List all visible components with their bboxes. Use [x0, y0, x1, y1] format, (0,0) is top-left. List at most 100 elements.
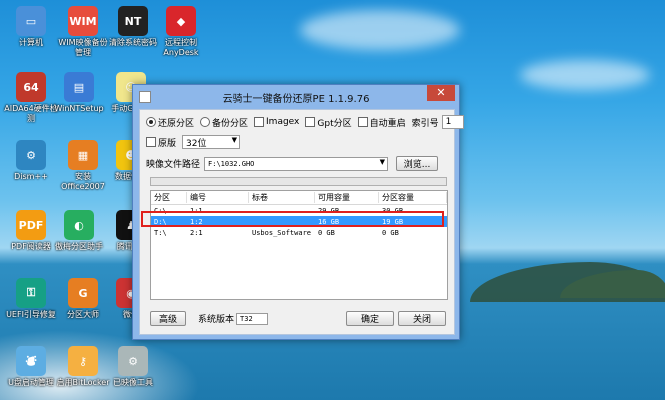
title-bar[interactable]: 云骑士一键备份还原PE 1.1.9.76 ✕: [133, 85, 459, 107]
desktop-icon-uefi[interactable]: ⚿ UEFI引导修复: [4, 278, 58, 320]
advanced-button[interactable]: 高级: [150, 311, 186, 326]
gpt-label: Gpt分区: [317, 118, 352, 129]
ntpwd-icon: NT: [118, 6, 148, 36]
desktop-icon-anydesk[interactable]: ◆ 远程控制AnyDesk: [154, 6, 208, 58]
index-field[interactable]: 1: [441, 115, 464, 129]
desktop-icon-ntpwd[interactable]: NT 清除系统密码: [106, 6, 160, 48]
ok-button[interactable]: 确定: [346, 311, 395, 326]
options-row: 原版 32位 ▼: [146, 135, 241, 149]
aida64-icon: 64: [16, 72, 46, 102]
desktop-icon-computer[interactable]: ▭ 计算机: [4, 6, 58, 48]
backup-option[interactable]: 备份分区: [200, 116, 248, 129]
desktop-icon-diskgenius[interactable]: G 分区大师: [56, 278, 110, 320]
image-path-label: 映像文件路径: [146, 160, 201, 170]
bottom-row: 高级 系统版本 T32 确定 关闭: [150, 311, 447, 326]
table-cell: 0 GB: [318, 228, 335, 237]
column-header[interactable]: 标卷: [249, 192, 315, 203]
desktop-icon-label: PDF阅读器: [11, 242, 51, 251]
computer-icon: ▭: [16, 6, 46, 36]
chevron-down-icon: ▼: [379, 157, 386, 166]
progress-bar: [150, 177, 447, 186]
close-button[interactable]: 关闭: [398, 311, 447, 326]
sysver-label: 系统版本: [198, 315, 235, 325]
desktop-icon-wim[interactable]: WIM WIM映像备份管理: [56, 6, 110, 58]
browse-button[interactable]: 浏览...: [396, 156, 439, 171]
column-header[interactable]: 分区容量: [379, 192, 447, 203]
window-close-button[interactable]: ✕: [427, 85, 455, 101]
desktop-icon-label: 远程控制AnyDesk: [163, 38, 199, 57]
imagex-option[interactable]: Imagex: [254, 117, 299, 127]
index-label: 索引号: [411, 118, 439, 129]
mode-row: 还原分区 备份分区 Imagex Gpt分区 自动重启 索引号 1: [146, 115, 470, 129]
usb-icon: ⛇: [16, 346, 46, 376]
prog-icon: ⚙: [118, 346, 148, 376]
wim-icon: WIM: [68, 6, 98, 36]
table-header: 分区 编号 标卷 可用容量 分区容量: [151, 191, 447, 205]
desktop-icon-label: AIDA64硬件检测: [4, 104, 58, 123]
desktop-icon-dism[interactable]: ⚙ Dism++: [4, 140, 58, 182]
desktop-icon-prog[interactable]: ⚙ 已映像工具: [106, 346, 160, 388]
table-cell: 0 GB: [382, 228, 399, 237]
column-header[interactable]: 可用容量: [315, 192, 379, 203]
gpt-checkbox[interactable]: [305, 117, 316, 127]
desktop-icon-office[interactable]: ▦ 安装Office2007: [56, 140, 110, 192]
partition-table[interactable]: 分区 编号 标卷 可用容量 分区容量 C:\ 1:1 29 GB 30 GB D:\ 1:2 16 …: [150, 190, 448, 300]
desktop-icon-winntsetup[interactable]: ▤ WinNTSetup: [52, 72, 106, 114]
cloud: [520, 60, 650, 90]
anydesk-icon: ◆: [166, 6, 196, 36]
desktop-icon-label: 已映像工具: [113, 378, 153, 387]
index-option: 索引号 1: [412, 115, 464, 129]
desktop-icon-bitlocker[interactable]: ⚷ 启用BitLocker: [56, 346, 110, 388]
desktop-icon-label: WIM映像备份管理: [58, 38, 108, 57]
uefi-icon: ⚿: [16, 278, 46, 308]
original-label: 原版: [158, 138, 177, 149]
restore-option[interactable]: 还原分区: [146, 116, 194, 129]
autorestart-label: 自动重启: [369, 118, 406, 129]
original-option[interactable]: 原版: [146, 136, 176, 149]
backup-label: 备份分区: [212, 118, 249, 129]
column-header[interactable]: 编号: [187, 192, 249, 203]
image-path-row: 映像文件路径 F:\1032.GHO ▼ 浏览...: [146, 156, 439, 171]
imagex-checkbox[interactable]: [254, 117, 265, 127]
table-cell: 2:1: [190, 228, 203, 237]
desktop-icon-label: 傲梅分区助手: [55, 242, 103, 251]
partassist-icon: ◐: [64, 210, 94, 240]
original-checkbox[interactable]: [146, 137, 156, 147]
bits-select[interactable]: 32位 ▼: [182, 135, 241, 149]
desktop-icon-usb[interactable]: ⛇ U盘启动管理: [4, 346, 58, 388]
autorestart-option[interactable]: 自动重启: [357, 116, 406, 129]
desktop-icon-partassist[interactable]: ◐ 傲梅分区助手: [52, 210, 106, 252]
desktop-icon-label: Dism++: [14, 172, 48, 181]
column-header[interactable]: 分区: [151, 192, 187, 203]
pdf-icon: PDF: [16, 210, 46, 240]
autorestart-checkbox[interactable]: [357, 117, 368, 127]
backup-radio[interactable]: [200, 117, 211, 127]
gpt-option[interactable]: Gpt分区: [305, 116, 352, 129]
bits-value: 32位: [186, 138, 207, 149]
bitlocker-icon: ⚷: [68, 346, 98, 376]
table-cell: Usbos_Software: [252, 228, 312, 237]
desktop-icon-label: WinNTSetup: [54, 104, 104, 113]
table-row[interactable]: T:\ 2:1 Usbos_Software 0 GB 0 GB: [151, 227, 447, 238]
chevron-down-icon: ▼: [231, 136, 238, 144]
desktop-icon-aida64[interactable]: 64 AIDA64硬件检测: [4, 72, 58, 124]
desktop-icon-label: UEFI引导修复: [6, 310, 56, 319]
image-path-select[interactable]: F:\1032.GHO ▼: [204, 156, 389, 171]
desktop-icon-label: 安装Office2007: [61, 172, 105, 191]
winntsetup-icon: ▤: [64, 72, 94, 102]
window-title: 云骑士一键备份还原PE 1.1.9.76: [222, 94, 370, 105]
selection-highlight-frame: [141, 211, 444, 227]
dism-icon: ⚙: [16, 140, 46, 170]
office-icon: ▦: [68, 140, 98, 170]
desktop-icon-label: 启用BitLocker: [56, 378, 110, 387]
table-cell: T:\: [154, 228, 167, 237]
restore-radio[interactable]: [146, 117, 156, 127]
desktop-icon-pdf[interactable]: PDF PDF阅读器: [4, 210, 58, 252]
desktop-icon-label: U盘启动管理: [8, 378, 54, 387]
imagex-label: Imagex: [266, 117, 300, 127]
image-path-value: F:\1032.GHO: [208, 159, 255, 168]
desktop-icon-label: 计算机: [19, 38, 43, 47]
sysver-field[interactable]: T32: [236, 312, 269, 325]
desktop-icon-label: 清除系统密码: [109, 38, 157, 47]
cloud: [300, 10, 460, 50]
